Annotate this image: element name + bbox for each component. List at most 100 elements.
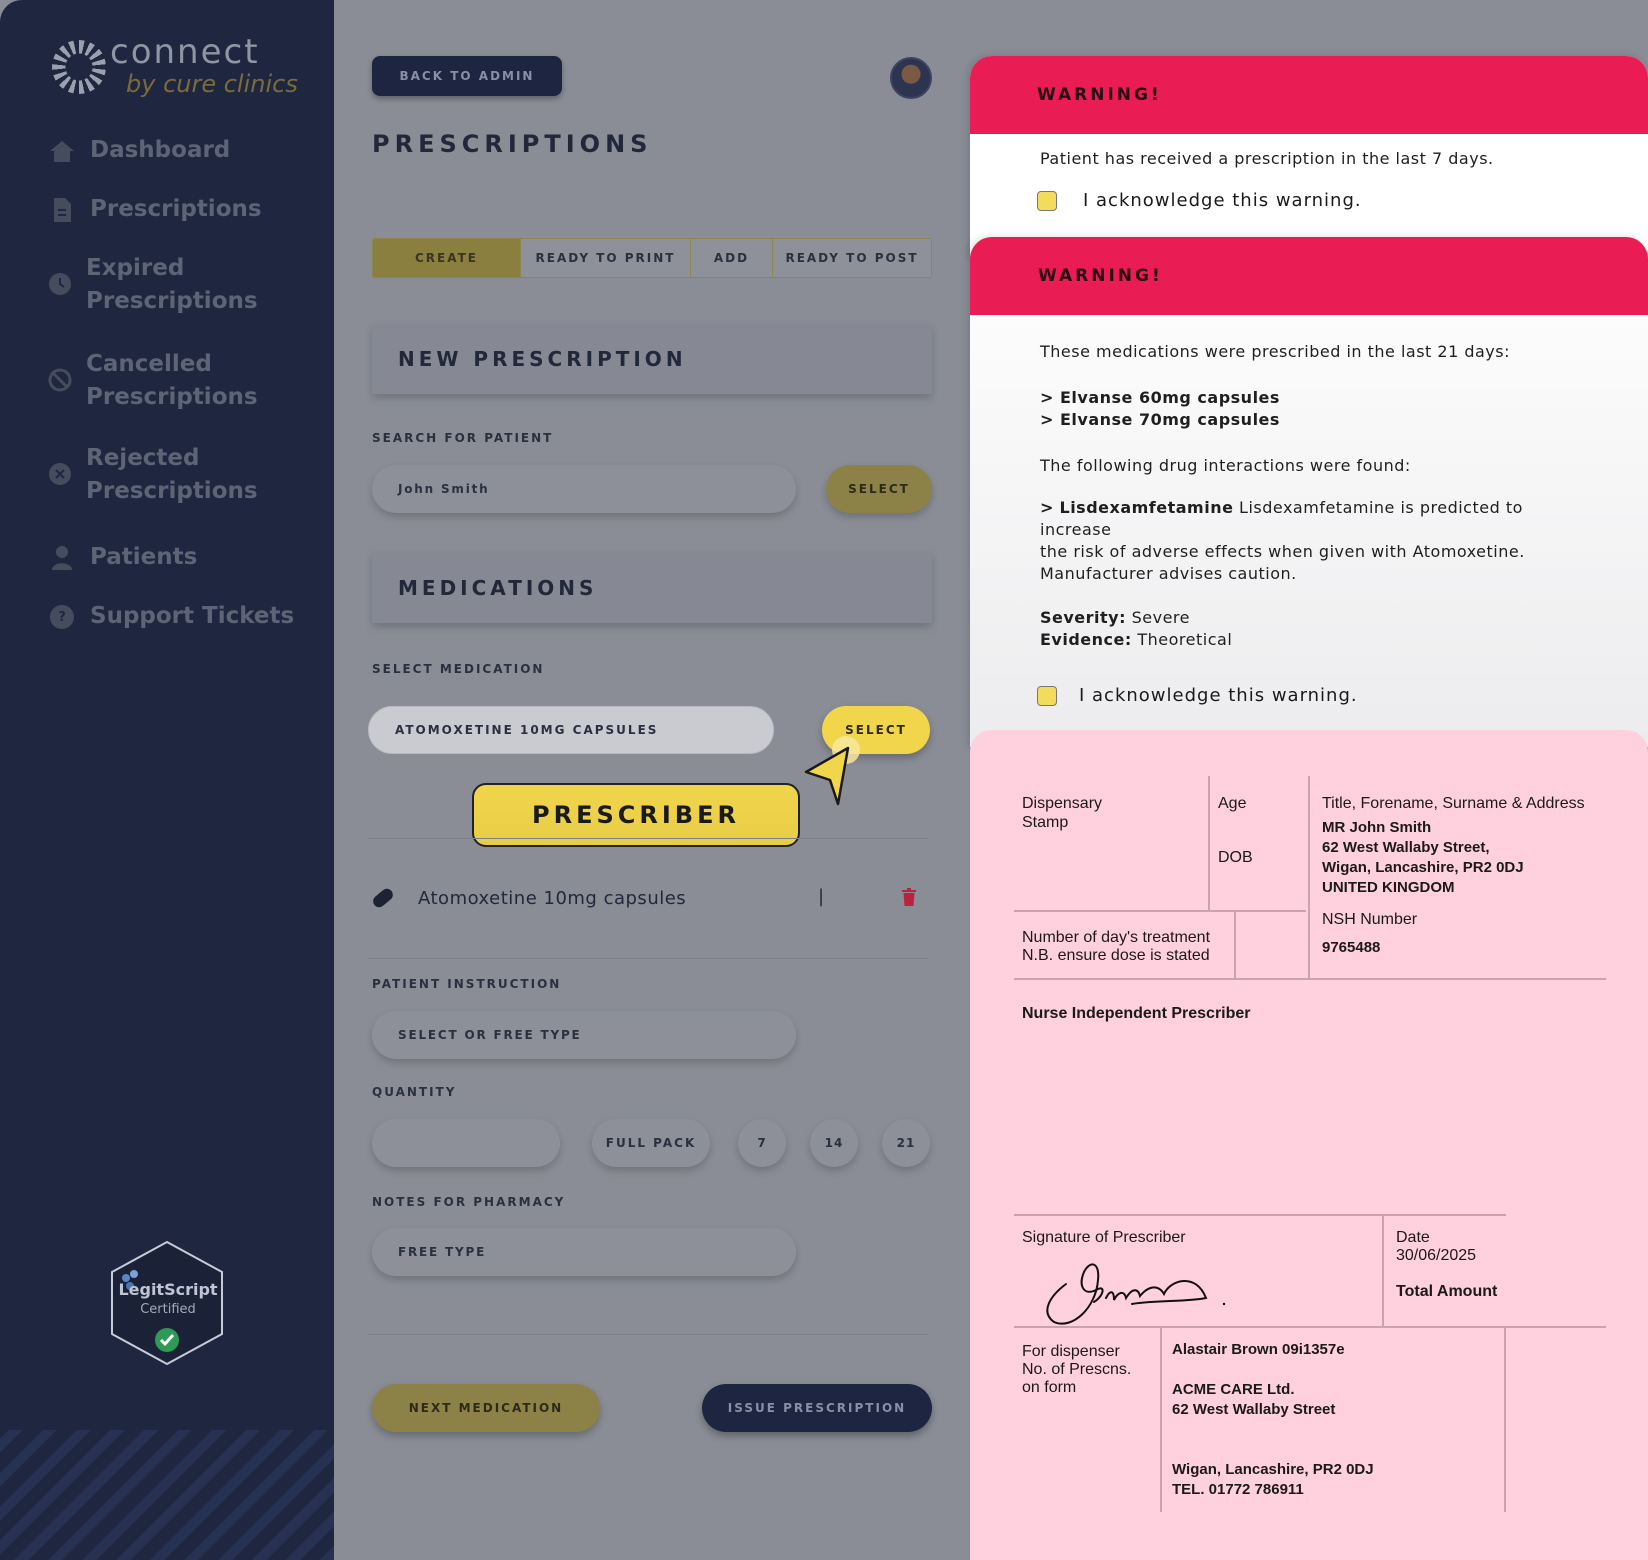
quantity-21-button[interactable]: 21 — [882, 1119, 930, 1167]
form-grid-line — [1234, 910, 1236, 978]
divider — [368, 1334, 928, 1335]
interactions-intro: The following drug interactions were fou… — [1040, 456, 1411, 475]
sidebar-item-patients[interactable]: Patients — [48, 541, 197, 574]
patient-instruction-input[interactable]: SELECT OR FREE TYPE — [372, 1011, 796, 1059]
sidebar-item-label: Support Tickets — [90, 603, 295, 629]
form-grid-line — [1160, 1326, 1162, 1512]
sidebar-item-prescriptions[interactable]: Prescriptions — [48, 193, 262, 226]
evidence-row: Evidence: Theoretical — [1040, 629, 1588, 651]
acknowledge-label: I acknowledge this warning. — [1083, 190, 1362, 211]
avatar[interactable] — [890, 57, 932, 99]
quantity-input[interactable] — [372, 1119, 560, 1167]
ban-icon — [48, 366, 72, 394]
interaction-prefix: > — [1040, 498, 1054, 517]
issue-prescription-button[interactable]: ISSUE PRESCRIPTION — [702, 1384, 932, 1432]
quantity-full-pack-button[interactable]: FULL PACK — [592, 1119, 710, 1167]
form-grid-line — [1014, 1326, 1606, 1328]
selected-medication-name: Atomoxetine 10mg capsules — [418, 887, 687, 909]
patient-name: MR John Smith — [1322, 819, 1432, 836]
form-grid-line — [1382, 1214, 1384, 1328]
warning-card-recent-prescription: WARNING! Patient has received a prescrip… — [970, 56, 1648, 256]
severity-value: Severe — [1131, 608, 1190, 627]
medication-input[interactable]: ATOMOXETINE 10MG CAPSULES — [368, 706, 774, 754]
company-street: 62 West Wallaby Street — [1172, 1401, 1336, 1418]
logo-mark-icon — [52, 40, 106, 94]
sidebar-item-rejected-prescriptions[interactable]: Rejected Prescriptions — [48, 442, 278, 508]
patient-search-input[interactable]: John Smith — [372, 465, 796, 513]
acknowledge-checkbox[interactable]: I acknowledge this warning. — [1037, 190, 1588, 212]
patient-address-line: Wigan, Lancashire, PR2 0DJ — [1322, 859, 1524, 876]
form-grid-line — [1208, 776, 1210, 910]
sidebar-item-dashboard[interactable]: Dashboard — [48, 134, 230, 167]
address-label: Title, Forename, Surname & Address — [1322, 795, 1585, 812]
form-grid-line — [1308, 776, 1310, 978]
warning-title: WARNING! — [970, 56, 1648, 134]
nsh-value: 9765488 — [1322, 939, 1381, 956]
days-treatment-label: Number of day's treatment — [1022, 929, 1211, 946]
divider — [368, 958, 928, 959]
warning-intro: These medications were prescribed in the… — [1040, 342, 1510, 361]
sidebar-item-cancelled-prescriptions[interactable]: Cancelled Prescriptions — [48, 348, 278, 414]
quantity-7-button[interactable]: 7 — [738, 1119, 786, 1167]
dispenser-label: No. of Prescns. — [1022, 1361, 1132, 1378]
select-patient-button[interactable]: SELECT — [826, 465, 932, 513]
x-circle-icon — [48, 460, 72, 488]
logo-name: connect — [110, 32, 260, 72]
date-label: Date — [1396, 1229, 1430, 1246]
legitscript-badge[interactable]: LegitScript Certified — [108, 1240, 226, 1366]
sidebar-item-label: Prescriptions — [90, 196, 262, 222]
back-to-admin-button[interactable]: BACK TO ADMIN — [372, 56, 562, 96]
search-patient-label: SEARCH FOR PATIENT — [372, 431, 554, 445]
person-icon — [48, 544, 76, 572]
prescriber-type: Nurse Independent Prescriber — [1022, 1005, 1251, 1022]
days-treatment-note: N.B. ensure dose is stated — [1022, 947, 1210, 964]
sidebar-item-label: Cancelled Prescriptions — [86, 351, 258, 410]
quantity-label: QUANTITY — [372, 1085, 457, 1099]
form-grid-line — [1504, 1326, 1506, 1512]
dispensary-label: Stamp — [1022, 814, 1069, 831]
quantity-14-button[interactable]: 14 — [810, 1119, 858, 1167]
dispenser-label: For dispenser — [1022, 1343, 1120, 1360]
patient-instruction-label: PATIENT INSTRUCTION — [372, 977, 562, 991]
main-panel: BACK TO ADMIN PRESCRIPTIONS CREATE READY… — [334, 0, 970, 1560]
cursor-pointer-icon — [804, 736, 860, 806]
interaction-drug: Lisdexamfetamine — [1059, 498, 1234, 517]
checkbox-icon[interactable] — [1037, 191, 1057, 211]
interaction-text: the risk of adverse effects when given w… — [1040, 542, 1525, 561]
logo[interactable]: connect by cure clinics — [52, 32, 312, 106]
clock-icon — [48, 270, 72, 298]
separator: | — [818, 886, 825, 907]
acknowledge-checkbox[interactable]: I acknowledge this warning. — [1037, 685, 1588, 707]
warning-message: Patient has received a prescription in t… — [1040, 149, 1494, 168]
severity-label: Severity: — [1040, 608, 1127, 627]
page-title: PRESCRIPTIONS — [372, 130, 653, 158]
nsh-label: NSH Number — [1322, 911, 1418, 928]
sidebar-item-label: Patients — [90, 544, 198, 570]
checkbox-icon[interactable] — [1037, 686, 1057, 706]
notes-label: NOTES FOR PHARMACY — [372, 1195, 566, 1209]
tab-ready-to-print[interactable]: READY TO PRINT — [521, 239, 691, 277]
trash-icon[interactable] — [902, 888, 916, 906]
tab-add[interactable]: ADD — [691, 239, 773, 277]
tab-create[interactable]: CREATE — [373, 239, 521, 277]
sidebar: connect by cure clinics Dashboard Prescr… — [0, 0, 334, 1560]
acknowledge-label: I acknowledge this warning. — [1079, 685, 1358, 706]
company-city: Wigan, Lancashire, PR2 0DJ — [1172, 1461, 1374, 1478]
home-icon — [48, 137, 76, 165]
signature-image — [1046, 1263, 1226, 1325]
tab-ready-to-post[interactable]: READY TO POST — [773, 239, 931, 277]
sidebar-item-expired-prescriptions[interactable]: Expired Prescriptions — [48, 252, 278, 318]
select-medication-label: SELECT MEDICATION — [372, 662, 545, 676]
total-amount-label: Total Amount — [1396, 1283, 1498, 1300]
recent-med-item: > Elvanse 70mg capsules — [1040, 410, 1280, 429]
notes-input[interactable]: FREE TYPE — [372, 1228, 796, 1276]
signature-label: Signature of Prescriber — [1022, 1229, 1186, 1246]
sidebar-item-support-tickets[interactable]: ? Support Tickets — [48, 600, 294, 633]
company-tel: TEL. 01772 786911 — [1172, 1481, 1304, 1498]
selected-medication-row: Atomoxetine 10mg capsules | — [370, 876, 916, 920]
recent-med-item: > Elvanse 60mg capsules — [1040, 388, 1280, 407]
prescriber-name: Alastair Brown 09i1357e — [1172, 1341, 1345, 1358]
next-medication-button[interactable]: NEXT MEDICATION — [372, 1384, 600, 1432]
sidebar-item-label: Rejected Prescriptions — [86, 445, 258, 504]
patient-address-line: 62 West Wallaby Street, — [1322, 839, 1490, 856]
